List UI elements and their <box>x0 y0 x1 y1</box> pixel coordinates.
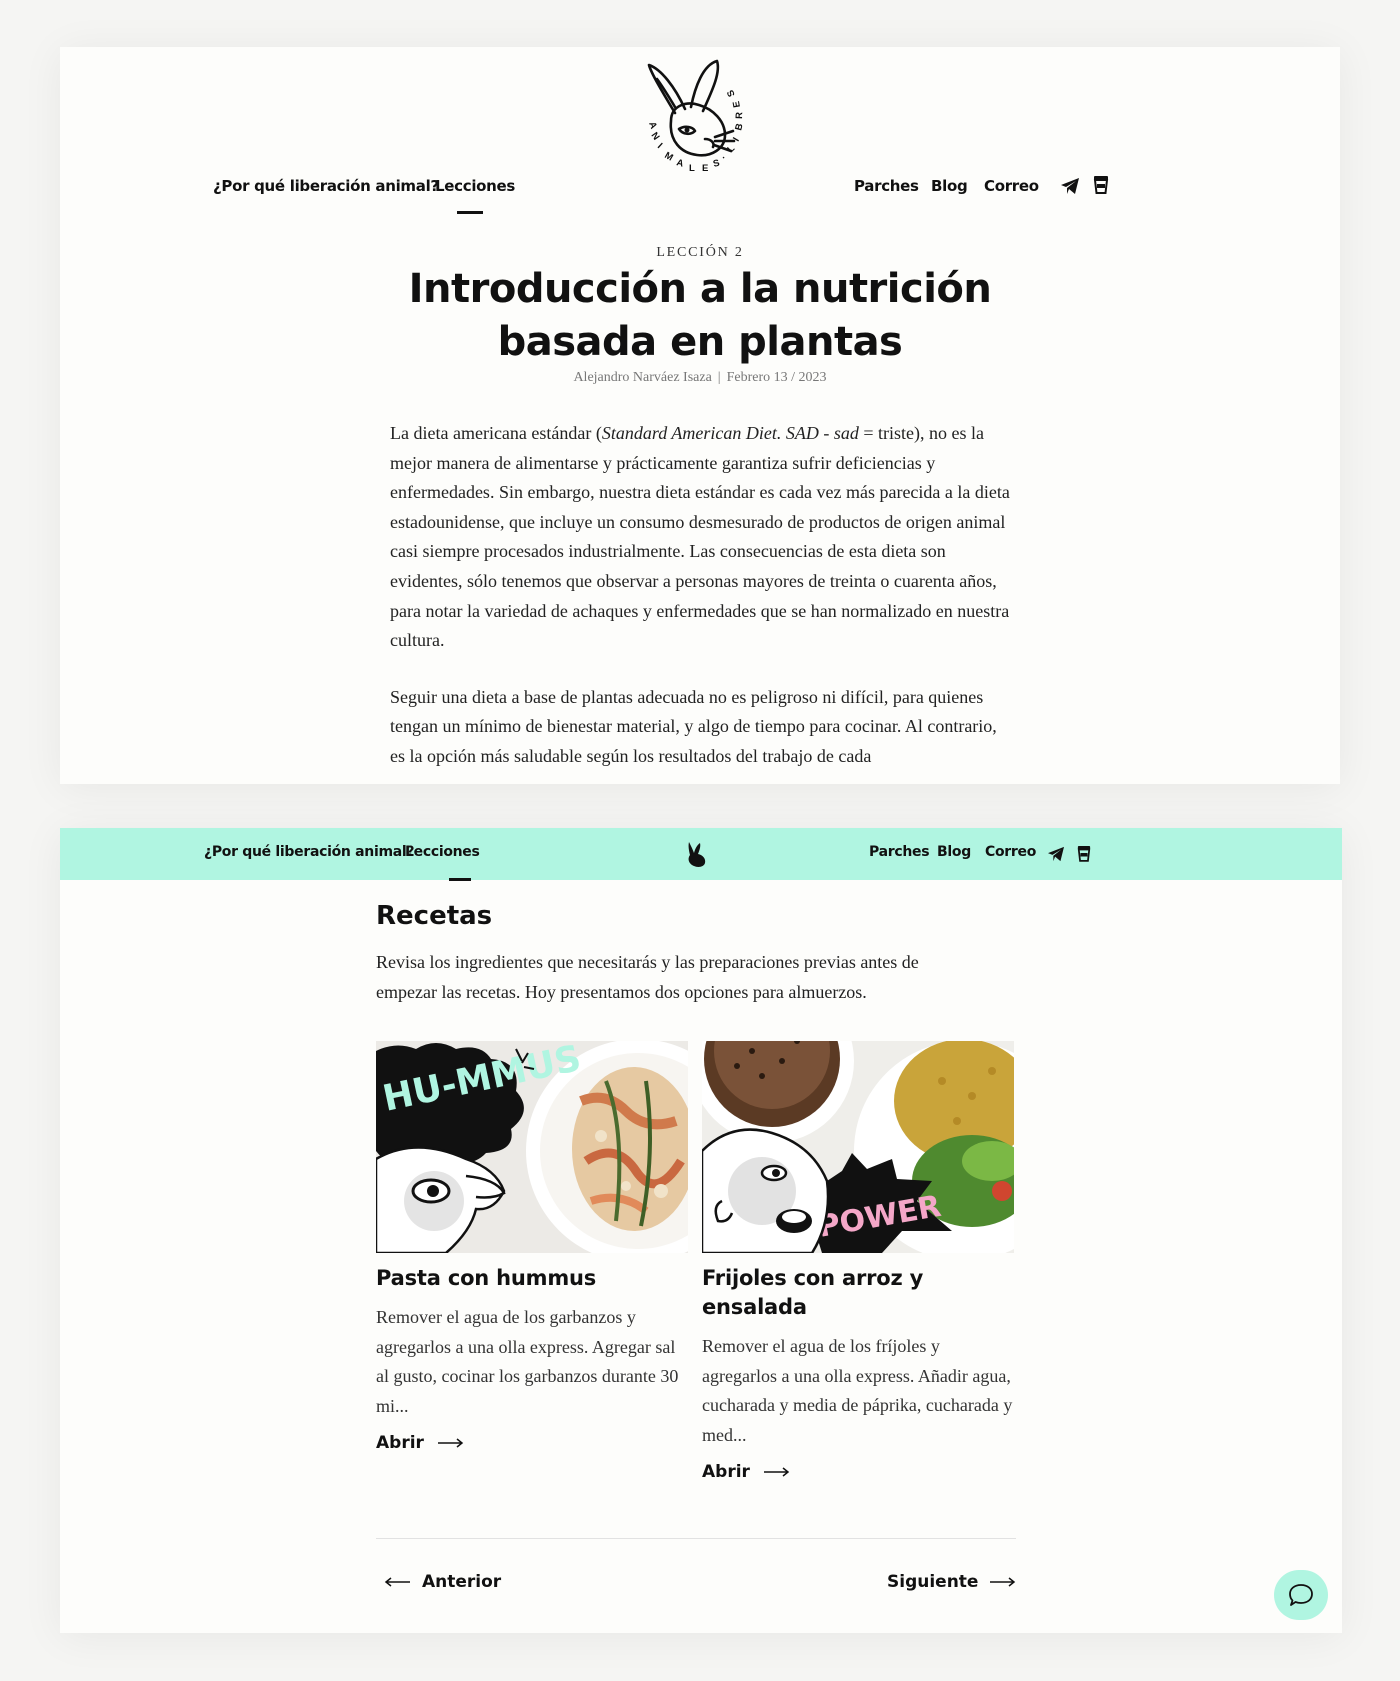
recipes-intro: Revisa los ingredientes que necesitarás … <box>376 952 919 1002</box>
article-header-panel: ¿Por qué liberación animal? Lecciones A … <box>60 47 1340 784</box>
next-label: Siguiente <box>887 1572 979 1592</box>
nav-active-indicator <box>449 878 471 881</box>
nav-email[interactable]: Correo <box>985 844 1036 860</box>
svg-text:·: · <box>720 152 728 163</box>
recipe-image-hummus[interactable]: HU-MMUS <box>376 1041 688 1253</box>
article-title: Introducción a la nutrición basada en pl… <box>60 263 1340 369</box>
open-recipe-link[interactable]: Abrir <box>376 1433 464 1453</box>
recipe-title[interactable]: Pasta con hummus <box>376 1264 688 1293</box>
nav-blog[interactable]: Blog <box>937 844 971 860</box>
pagination-divider <box>376 1538 1016 1539</box>
svg-text:L: L <box>725 143 737 155</box>
sticky-nav-bar: ¿Por qué liberación animal? Lecciones Pa… <box>60 828 1342 880</box>
chat-button[interactable] <box>1274 1570 1328 1620</box>
nav-active-indicator <box>457 211 483 214</box>
svg-text:I: I <box>731 136 742 144</box>
open-label: Abrir <box>376 1433 424 1453</box>
previous-label: Anterior <box>422 1572 502 1592</box>
next-lesson-link[interactable]: Siguiente <box>887 1572 1016 1592</box>
svg-text:L: L <box>689 163 695 174</box>
recipe-title[interactable]: Frijoles con arroz y ensalada <box>702 1264 1014 1322</box>
article-paragraph: La dieta americana estándar (Standard Am… <box>390 423 1010 651</box>
coffee-cup-icon[interactable] <box>1077 844 1091 862</box>
nav-patches[interactable]: Parches <box>854 177 919 195</box>
svg-text:S: S <box>712 158 721 170</box>
svg-text:I: I <box>655 141 664 151</box>
arrow-right-icon <box>437 1438 464 1448</box>
nav-patches[interactable]: Parches <box>869 844 930 860</box>
svg-text:E: E <box>702 163 708 174</box>
recipe-card: POWER Frijoles con arroz y ensalada Remo… <box>702 1041 1014 1482</box>
lesson-number: LECCIÓN 2 <box>656 245 744 260</box>
svg-text:E: E <box>731 100 743 108</box>
telegram-icon[interactable] <box>1047 846 1065 862</box>
svg-text:N: N <box>649 130 662 142</box>
nav-blog[interactable]: Blog <box>931 177 968 195</box>
svg-text:M: M <box>663 150 675 164</box>
recipe-excerpt: Remover el agua de los fríjoles y agrega… <box>702 1336 1013 1445</box>
svg-text:R: R <box>734 112 745 119</box>
arrow-right-icon <box>990 1577 1016 1587</box>
nav-lessons[interactable]: Lecciones <box>405 844 480 860</box>
article-byline: Alejandro Narváez Isaza | Febrero 13 / 202… <box>573 370 827 385</box>
recipe-image-beans[interactable]: POWER <box>702 1041 1014 1253</box>
article-title-line-2: basada en plantas <box>497 319 903 365</box>
open-recipe-link[interactable]: Abrir <box>702 1462 790 1482</box>
author-name: Alejandro Narváez Isaza <box>573 370 712 385</box>
previous-lesson-link[interactable]: Anterior <box>384 1572 501 1592</box>
animales-libres-logo[interactable]: A N I M A L E S · L I B R E S <box>641 57 759 185</box>
telegram-icon[interactable] <box>1060 177 1080 195</box>
recipes-panel: ¿Por qué liberación animal? Lecciones Pa… <box>60 828 1342 1633</box>
arrow-left-icon <box>384 1577 410 1587</box>
nav-why-liberation[interactable]: ¿Por qué liberación animal? <box>204 844 415 860</box>
nav-email[interactable]: Correo <box>984 177 1039 195</box>
nav-lessons[interactable]: Lecciones <box>435 177 515 195</box>
article-paragraph: Seguir una dieta a base de plantas adecu… <box>390 686 997 766</box>
svg-text:A: A <box>646 120 659 130</box>
bunny-logo-icon[interactable] <box>683 840 709 868</box>
arrow-right-icon <box>763 1467 790 1477</box>
coffee-cup-icon[interactable] <box>1093 174 1109 194</box>
nav-why-liberation[interactable]: ¿Por qué liberación animal? <box>213 177 439 195</box>
svg-text:A: A <box>675 157 685 169</box>
svg-text:S: S <box>725 88 738 98</box>
recipes-heading: Recetas <box>376 901 493 931</box>
recipe-excerpt: Remover el agua de los garbanzos y agreg… <box>376 1307 679 1416</box>
recipe-card: HU-MMUS Pasta con hummus Remover el agua… <box>376 1041 688 1453</box>
article-body: La dieta americana estándar (Standard Am… <box>390 419 1014 784</box>
publish-date: Febrero 13 / 2023 <box>726 370 827 385</box>
chat-bubble-icon <box>1289 1584 1313 1606</box>
svg-text:B: B <box>733 122 745 132</box>
open-label: Abrir <box>702 1462 750 1482</box>
article-title-line-1: Introducción a la nutrición <box>408 266 992 312</box>
